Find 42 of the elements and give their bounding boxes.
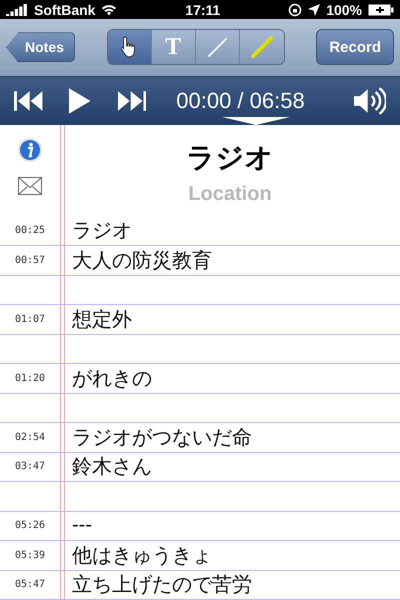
wifi-icon — [101, 4, 118, 16]
battery-percent: 100% — [326, 2, 362, 18]
clock-time: 17:11 — [185, 2, 220, 18]
location-arrow-icon — [308, 4, 320, 16]
pen-line-icon — [205, 35, 230, 60]
note-line: --- — [72, 514, 92, 538]
note-line: 大人の防災教育 — [72, 248, 212, 274]
tool-segment[interactable] — [108, 30, 152, 64]
timestamp: 00:25 — [14, 225, 46, 236]
carrier-name: SoftBank — [34, 2, 96, 18]
timestamp: 05:26 — [14, 520, 46, 532]
note-line: 立ち上げたので苦労 — [72, 573, 252, 598]
timestamp: 01:20 — [14, 372, 46, 384]
rotation-lock-icon — [288, 2, 302, 17]
play-icon[interactable] — [67, 86, 93, 115]
note-line: がれきの — [72, 366, 152, 392]
skip-forward-icon[interactable] — [116, 90, 146, 112]
highlighter-icon — [248, 34, 275, 60]
record-button[interactable]: Record — [316, 29, 394, 66]
note-line: 想定外 — [72, 308, 132, 333]
info-icon[interactable] — [17, 136, 43, 162]
tool-segment[interactable]: T — [152, 30, 196, 64]
note-line: ラジオ — [72, 219, 132, 244]
playback-time: 00:00 / 06:58 — [176, 88, 305, 114]
text-tool-label: T — [165, 34, 182, 61]
battery-icon — [368, 4, 394, 16]
timestamp: 05:47 — [14, 579, 46, 590]
mail-icon[interactable] — [18, 176, 42, 194]
notes-back-button[interactable]: Notes — [6, 32, 75, 62]
timestamp: 01:07 — [14, 314, 46, 325]
speaker-icon[interactable] — [352, 86, 386, 116]
note-line: 他はきゅうきょ — [72, 544, 212, 569]
skip-back-icon[interactable] — [14, 90, 44, 112]
signal-icon — [6, 4, 28, 16]
timestamp: 00:57 — [14, 254, 46, 266]
location-label: Location — [188, 182, 272, 206]
note-line: ラジオがつないだ命 — [72, 426, 252, 451]
timestamp: 03:47 — [14, 461, 46, 472]
timestamp: 02:54 — [14, 432, 46, 443]
note-line: 鈴木さん — [72, 455, 152, 480]
timestamp: 05:39 — [14, 550, 46, 561]
note-title: ラジオ — [186, 140, 274, 174]
